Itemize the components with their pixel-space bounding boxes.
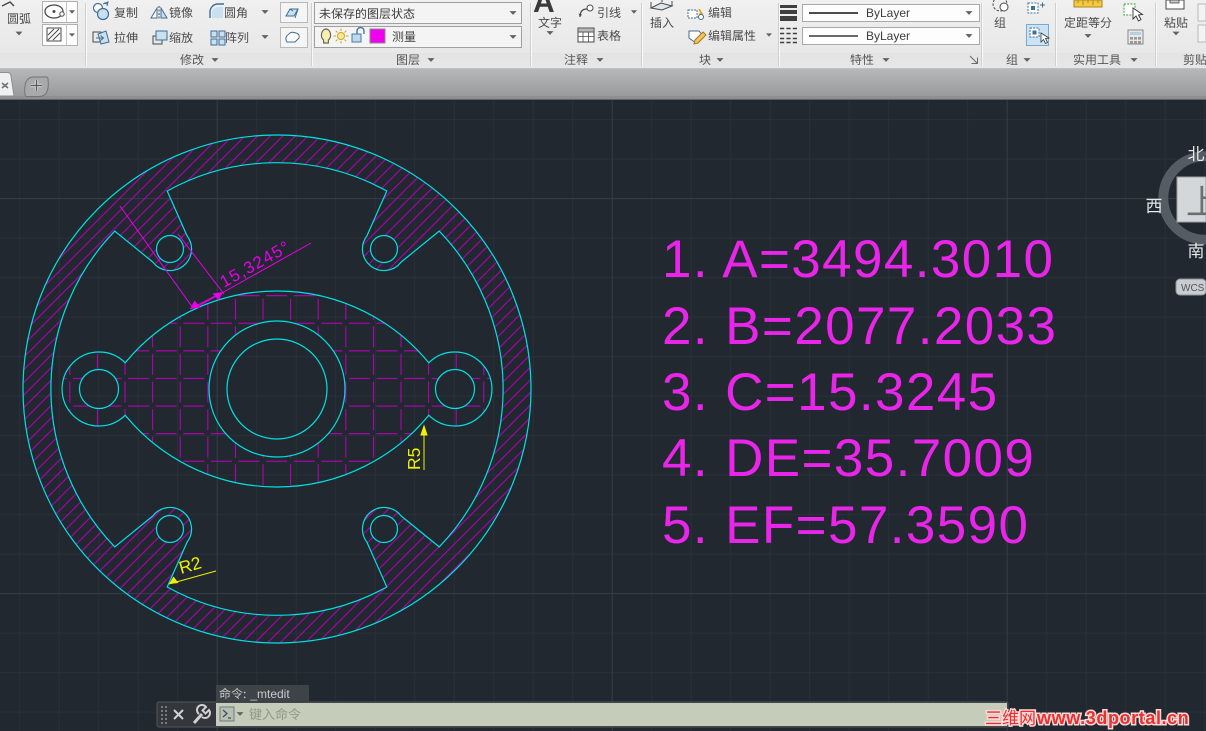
svg-text:2. B=2077.2033: 2. B=2077.2033 <box>662 297 1057 356</box>
svg-text:3. C=15.3245: 3. C=15.3245 <box>662 363 999 422</box>
svg-text:4. DE=35.7009: 4. DE=35.7009 <box>662 429 1035 488</box>
svg-text:_mtedit: _mtedit <box>249 687 290 701</box>
svg-text:ByLayer: ByLayer <box>866 29 910 43</box>
svg-text:www.3dportal.cn: www.3dportal.cn <box>1036 708 1189 728</box>
svg-text:R5: R5 <box>404 448 424 470</box>
svg-text:ByLayer: ByLayer <box>866 6 910 20</box>
svg-text:5. EF=57.3590: 5. EF=57.3590 <box>662 496 1029 555</box>
svg-text:1. A=3494.3010: 1. A=3494.3010 <box>662 230 1054 289</box>
svg-text:WCS: WCS <box>1181 283 1205 294</box>
svg-text:A: A <box>533 0 555 19</box>
